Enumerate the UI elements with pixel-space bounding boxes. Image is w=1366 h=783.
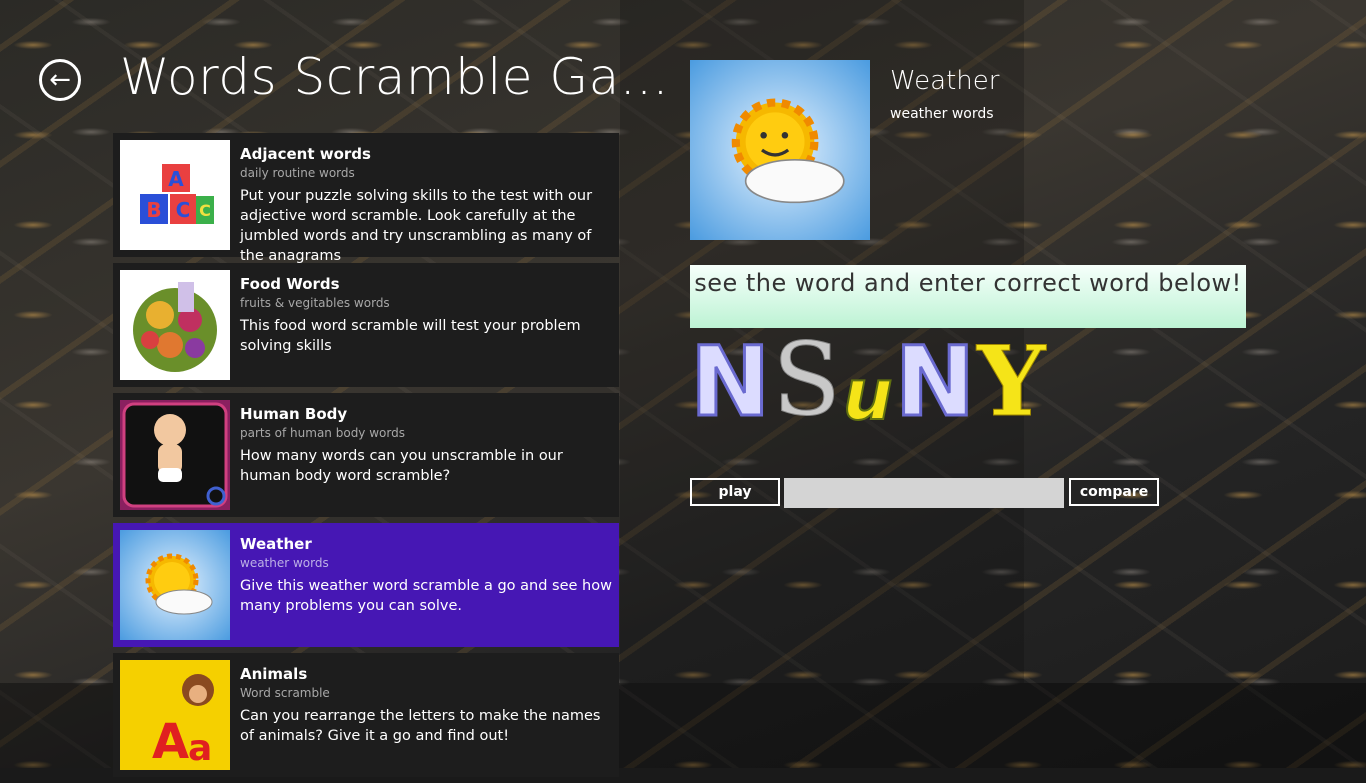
- scrambled-letter: u: [842, 354, 894, 436]
- answer-input[interactable]: [784, 478, 1064, 508]
- item-title: Human Body: [240, 405, 348, 423]
- item-subtitle: daily routine words: [240, 166, 355, 180]
- list-item-food-words[interactable]: Food Words fruits & vegitables words Thi…: [113, 263, 619, 387]
- instruction-banner: see the word and enter correct word belo…: [690, 265, 1246, 328]
- category-list: A B C C Adjacent words daily routine wor…: [113, 133, 619, 783]
- list-item-animals[interactable]: A a Animals Word scramble Can you rearra…: [113, 653, 619, 777]
- svg-text:C: C: [199, 201, 211, 220]
- list-item-human-body[interactable]: Human Body parts of human body words How…: [113, 393, 619, 517]
- sun-cloud-icon: [690, 60, 870, 240]
- list-item-adjacent-words[interactable]: A B C C Adjacent words daily routine wor…: [113, 133, 619, 264]
- item-title: Animals: [240, 665, 308, 683]
- item-subtitle: fruits & vegitables words: [240, 296, 390, 310]
- item-description: Give this weather word scramble a go and…: [240, 578, 612, 614]
- item-title: Weather: [240, 535, 312, 553]
- scrambled-letter: S: [772, 321, 842, 438]
- detail-title: Weather: [890, 66, 1000, 96]
- svg-text:B: B: [146, 198, 161, 222]
- abc-blocks-icon: A B C C: [120, 140, 230, 250]
- scrambled-letter: Y: [977, 325, 1047, 438]
- item-subtitle: parts of human body words: [240, 426, 405, 440]
- item-description: Can you rearrange the letters to make th…: [240, 708, 601, 744]
- item-description: Put your puzzle solving skills to the te…: [240, 188, 593, 264]
- item-description: This food word scramble will test your p…: [240, 318, 581, 354]
- sun-cloud-icon: [120, 530, 230, 640]
- svg-text:C: C: [176, 198, 191, 222]
- item-subtitle: Word scramble: [240, 686, 330, 700]
- scrambled-letter: N: [893, 326, 976, 438]
- item-title: Adjacent words: [240, 145, 371, 163]
- monkey-letters-icon: A a: [120, 660, 230, 770]
- scrambled-word: N S u N Y: [688, 325, 1048, 438]
- back-button[interactable]: ←: [39, 59, 81, 101]
- page-title: Words Scramble Ga...: [120, 48, 669, 106]
- baby-body-icon: [120, 400, 230, 510]
- scrambled-letter: N: [688, 326, 771, 438]
- list-item-weather[interactable]: Weather weather words Give this weather …: [113, 523, 619, 647]
- food-collage-icon: [120, 270, 230, 380]
- svg-text:A: A: [152, 714, 189, 770]
- compare-button[interactable]: compare: [1069, 478, 1159, 506]
- play-button[interactable]: play: [690, 478, 780, 506]
- item-description: How many words can you unscramble in our…: [240, 448, 563, 484]
- item-subtitle: weather words: [240, 556, 329, 570]
- svg-text:a: a: [188, 728, 212, 769]
- back-arrow-icon: ←: [49, 65, 71, 95]
- detail-subtitle: weather words: [890, 106, 994, 122]
- svg-text:A: A: [168, 167, 184, 191]
- item-title: Food Words: [240, 275, 340, 293]
